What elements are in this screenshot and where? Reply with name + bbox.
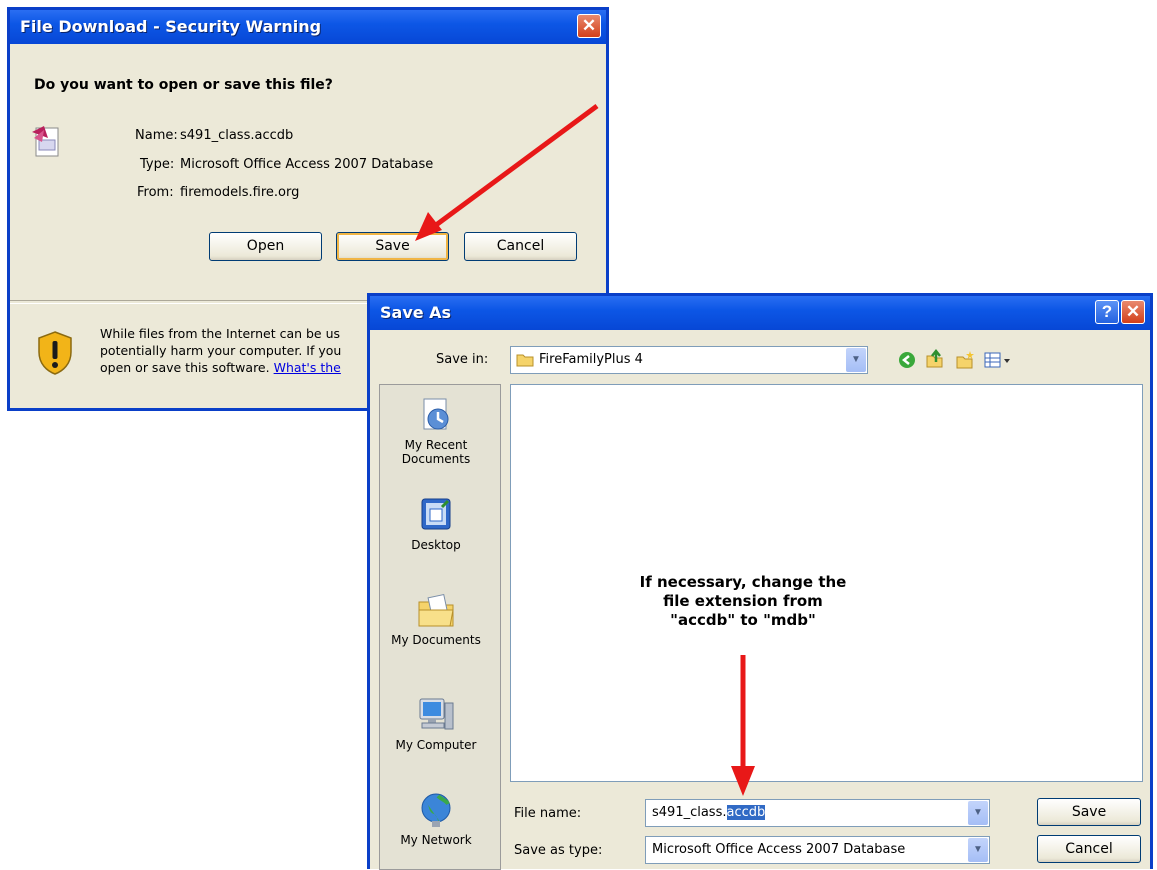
shield-warning-icon [36,330,74,376]
file-name-input[interactable]: s491_class.accdb ▼ [645,799,990,827]
file-name-selected-extension: accdb [726,805,766,820]
whats-the-risk-link[interactable]: What's the [274,360,341,375]
annotation-text: If necessary, change the file extension … [578,573,908,630]
file-name-base: s491_class. [652,805,727,820]
folder-icon [516,353,534,370]
warning-line-2: potentially harm your computer. If you [100,343,342,358]
save-button[interactable]: Save [336,232,449,261]
up-folder-icon[interactable] [925,348,945,369]
place-label: Desktop [411,538,461,552]
views-menu-icon[interactable] [984,351,1012,369]
warning-line-1: While files from the Internet can be us [100,326,341,341]
my-computer-icon [419,698,454,730]
place-my-network[interactable]: My Network [380,790,492,847]
from-value: firemodels.fire.org [180,185,300,200]
close-button[interactable]: ✕ [577,14,601,38]
name-value: s491_class.accdb [180,128,294,143]
place-label: My Recent [404,438,468,452]
close-button[interactable]: ✕ [1121,300,1145,324]
place-my-recent-documents[interactable]: My Recent Documents [380,395,492,466]
place-label: My Network [400,833,472,847]
annotation-line-2: file extension from [663,592,823,610]
type-label: Type: [140,157,175,172]
my-network-icon [421,793,451,827]
save-as-title-bar[interactable]: Save As ? ✕ [370,296,1150,330]
place-label: My Documents [391,633,481,647]
places-bar: My Recent Documents Desktop My Documents… [379,384,501,870]
file-name-text: s491_class.accdb [652,805,766,820]
chevron-down-icon: ▼ [968,838,988,862]
save-in-value: FireFamilyPlus 4 [539,352,643,367]
place-label: My Computer [395,738,477,752]
save-as-type-value: Microsoft Office Access 2007 Database [652,842,906,857]
save-in-dropdown[interactable]: FireFamilyPlus 4 ▼ [510,346,868,374]
from-label: From: [137,185,174,200]
chevron-down-icon: ▼ [968,801,988,825]
open-button[interactable]: Open [209,232,322,261]
name-label: Name: [135,128,178,143]
cancel-button[interactable]: Cancel [464,232,577,261]
new-folder-icon[interactable] [955,350,975,370]
download-title-bar[interactable]: File Download - Security Warning ✕ [10,10,606,44]
download-question: Do you want to open or save this file? [34,77,333,93]
place-label: Documents [401,452,471,466]
close-icon: ✕ [1125,302,1141,321]
save-as-title: Save As [380,303,452,322]
warning-line-3-text: open or save this software. [100,360,270,375]
save-in-label: Save in: [436,352,489,367]
help-icon: ? [1101,302,1113,321]
recent-documents-icon [423,398,449,430]
annotation-line-3: "accdb" to "mdb" [670,611,816,629]
desktop-icon [421,498,451,530]
save-as-type-dropdown[interactable]: Microsoft Office Access 2007 Database ▼ [645,836,990,864]
my-documents-icon [418,593,454,627]
place-my-documents[interactable]: My Documents [380,590,492,647]
save-as-type-label: Save as type: [514,843,603,858]
download-dialog-title: File Download - Security Warning [20,17,322,36]
chevron-down-icon: ▼ [846,348,866,372]
annotation-line-1: If necessary, change the [639,573,847,591]
save-as-cancel-button[interactable]: Cancel [1037,835,1141,863]
warning-line-3: open or save this software. What's the [100,360,341,375]
back-icon[interactable] [898,351,916,369]
place-my-computer[interactable]: My Computer [380,695,492,752]
type-value: Microsoft Office Access 2007 Database [180,157,434,172]
save-as-save-button[interactable]: Save [1037,798,1141,826]
close-icon: ✕ [581,16,597,35]
place-desktop[interactable]: Desktop [380,495,492,552]
file-name-label: File name: [514,806,582,821]
access-file-icon [28,122,68,162]
help-button[interactable]: ? [1095,300,1119,324]
